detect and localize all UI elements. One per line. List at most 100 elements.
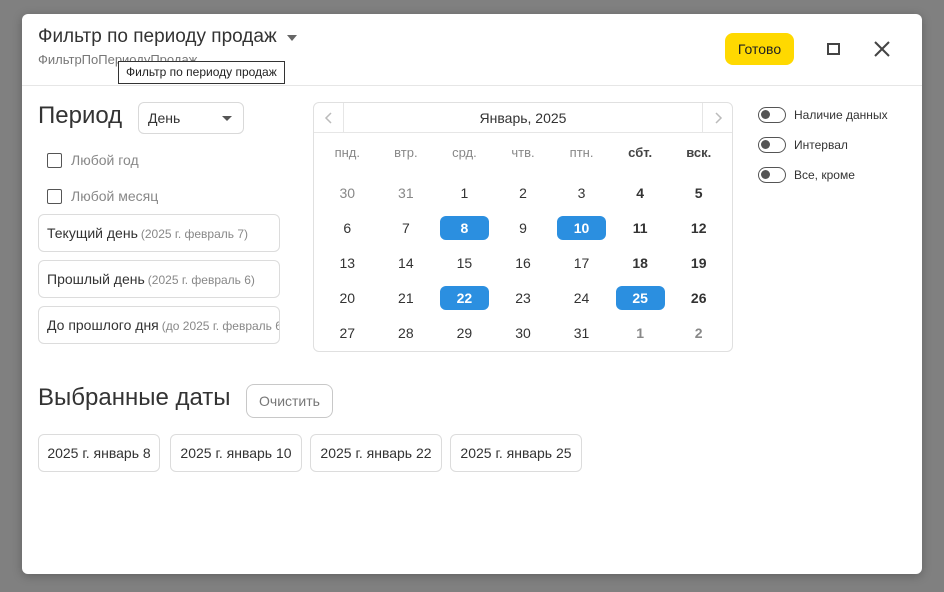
calendar-next-button[interactable]	[702, 103, 732, 133]
weekday-label: вск.	[686, 145, 712, 160]
calendar-day[interactable]: 29	[435, 315, 494, 350]
previous-day-button[interactable]: Прошлый день (2025 г. февраль 6)	[38, 260, 280, 298]
weekday-label: пнд.	[334, 145, 360, 160]
calendar-day-number: 31	[573, 324, 590, 341]
period-select-value: День	[148, 110, 181, 126]
calendar-day[interactable]: 12	[669, 210, 728, 245]
selected-date-chip[interactable]: 2025 г. январь 10	[170, 434, 302, 472]
close-icon[interactable]	[872, 39, 892, 59]
calendar-day[interactable]: 1	[611, 315, 670, 350]
calendar-day-selected[interactable]: 8	[435, 210, 494, 245]
selected-date-chip[interactable]: 2025 г. январь 25	[450, 434, 582, 472]
selected-date-chip[interactable]: 2025 г. январь 8	[38, 434, 160, 472]
calendar-day[interactable]: 7	[377, 210, 436, 245]
calendar-day-number: 13	[339, 254, 356, 271]
calendar-day[interactable]: 20	[318, 280, 377, 315]
calendar-day-number: 3	[577, 184, 586, 201]
calendar-day-number: 31	[398, 184, 414, 201]
current-day-label: Текущий день	[47, 225, 138, 241]
calendar-day-number: 8	[439, 215, 489, 240]
dialog-title: Фильтр по периоду продаж	[38, 26, 277, 47]
any-year-checkbox[interactable]: Любой год	[47, 152, 139, 168]
title-row: Фильтр по периоду продаж	[38, 26, 297, 48]
done-button[interactable]: Готово	[725, 33, 794, 65]
calendar-day[interactable]: 31	[377, 175, 436, 210]
calendar-day[interactable]: 3	[552, 175, 611, 210]
any-year-label: Любой год	[71, 152, 139, 168]
calendar-day[interactable]: 24	[552, 280, 611, 315]
calendar-days-grid: 30 31 1 2 3 4 5 6 7 8 9 10 11 12 13 14 15 16 17 18 19 20 21 22 2…	[318, 175, 728, 350]
weekday-label: срд.	[452, 145, 477, 160]
calendar-day[interactable]: 4	[611, 175, 670, 210]
calendar-day-number: 25	[615, 285, 665, 310]
toggle-knob	[761, 110, 770, 119]
toggle-switch[interactable]	[758, 167, 786, 183]
calendar-day-number: 28	[398, 324, 414, 341]
calendar-day[interactable]: 6	[318, 210, 377, 245]
calendar-day[interactable]: 19	[669, 245, 728, 280]
calendar-prev-button[interactable]	[314, 103, 344, 133]
calendar-header: Январь, 2025	[314, 103, 732, 133]
calendar-day-number: 23	[515, 289, 531, 306]
calendar-day[interactable]: 9	[494, 210, 553, 245]
calendar-day[interactable]: 15	[435, 245, 494, 280]
calendar-day-number: 18	[632, 254, 648, 271]
weekday-label: сбт.	[628, 145, 653, 160]
calendar-day[interactable]: 31	[552, 315, 611, 350]
calendar-day[interactable]: 18	[611, 245, 670, 280]
calendar-day[interactable]: 5	[669, 175, 728, 210]
title-dropdown-icon[interactable]	[286, 35, 297, 41]
calendar-month-label[interactable]: Январь, 2025	[344, 103, 702, 133]
toggle-knob	[761, 140, 770, 149]
calendar-day[interactable]: 26	[669, 280, 728, 315]
checkbox-icon[interactable]	[47, 188, 62, 204]
calendar-day[interactable]: 1	[435, 175, 494, 210]
period-select[interactable]: День	[138, 102, 244, 134]
calendar-day-selected[interactable]: 25	[611, 280, 670, 315]
toggle-switch[interactable]	[758, 107, 786, 123]
calendar-day[interactable]: 30	[318, 175, 377, 210]
clear-button[interactable]: Очистить	[246, 384, 333, 418]
toggle-interval-label: Интервал	[794, 138, 848, 152]
calendar-day[interactable]: 2	[669, 315, 728, 350]
any-month-checkbox[interactable]: Любой месяц	[47, 188, 158, 204]
until-previous-day-button[interactable]: До прошлого дня (до 2025 г. февраль 6)	[38, 306, 280, 344]
checkbox-icon[interactable]	[47, 152, 62, 168]
calendar-day-number: 17	[573, 254, 590, 271]
calendar-day[interactable]: 16	[494, 245, 553, 280]
calendar-day-number: 7	[401, 219, 410, 236]
weekday-row: пнд. втр. срд. чтв. птн. сбт. вск.	[318, 145, 728, 163]
calendar-day-number: 24	[573, 289, 590, 306]
weekday-label: втр.	[394, 145, 418, 160]
dialog-header: Фильтр по периоду продаж ФильтрПоПериоду…	[22, 14, 922, 86]
toggle-all-except[interactable]: Все, кроме	[758, 167, 855, 183]
calendar-day[interactable]: 27	[318, 315, 377, 350]
calendar-day-number: 26	[690, 289, 707, 306]
until-previous-day-label: До прошлого дня	[47, 317, 159, 333]
calendar-day[interactable]: 13	[318, 245, 377, 280]
toggle-interval[interactable]: Интервал	[758, 137, 848, 153]
calendar-day[interactable]: 21	[377, 280, 436, 315]
calendar-day-number: 12	[690, 219, 707, 236]
calendar-day-number: 27	[339, 324, 356, 341]
calendar-day[interactable]: 11	[611, 210, 670, 245]
selected-date-chip[interactable]: 2025 г. январь 22	[310, 434, 442, 472]
toggle-switch[interactable]	[758, 137, 786, 153]
calendar-day-number: 30	[515, 324, 531, 341]
calendar-day[interactable]: 23	[494, 280, 553, 315]
toggle-data-availability[interactable]: Наличие данных	[758, 107, 888, 123]
calendar-day-number: 2	[519, 184, 527, 201]
calendar-day[interactable]: 17	[552, 245, 611, 280]
calendar-day-number: 29	[456, 324, 473, 341]
calendar-day[interactable]: 2	[494, 175, 553, 210]
calendar-day-selected[interactable]: 10	[552, 210, 611, 245]
calendar-day-number: 1	[460, 184, 469, 201]
calendar-day[interactable]: 14	[377, 245, 436, 280]
calendar-day-selected[interactable]: 22	[435, 280, 494, 315]
current-day-button[interactable]: Текущий день (2025 г. февраль 7)	[38, 214, 280, 252]
calendar-day[interactable]: 30	[494, 315, 553, 350]
calendar-day-number: 14	[398, 254, 414, 271]
calendar-day[interactable]: 28	[377, 315, 436, 350]
maximize-icon[interactable]	[827, 43, 840, 55]
calendar-day-number: 11	[632, 219, 648, 236]
